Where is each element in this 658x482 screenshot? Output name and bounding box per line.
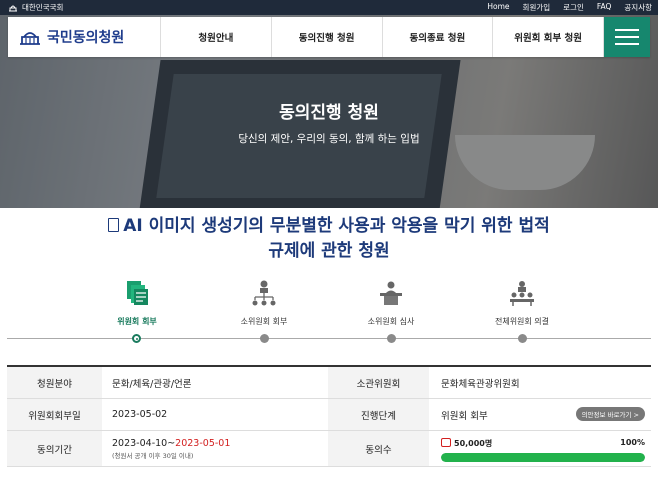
vote-progress: 50,000명 100% [441, 435, 651, 462]
site-logo-text: 국민동의청원 [47, 30, 125, 46]
step-full-committee-vote: 전체위원회 의결 [457, 278, 587, 327]
table-row: 위원회회부일 2023-05-02 진행단계 위원회 회부 의안정보 바로가기 … [7, 399, 651, 431]
count-cell: 50,000명 100% [429, 431, 651, 466]
top-bar: 대한민국국회 Home 회원가입 로그인 FAQ 공지사항 [0, 0, 658, 15]
nav-closed-petitions[interactable]: 동의종료 청원 [383, 17, 494, 57]
committee-label: 소관위원회 [328, 367, 429, 398]
site-logo[interactable]: 국민동의청원 [8, 17, 161, 57]
period-cell: 2023-04-10~2023-05-01 (청원서 공개 이후 30일 이내) [102, 438, 320, 460]
assembly-emblem-icon [9, 5, 17, 11]
document-icon [108, 218, 120, 232]
assembly-name: 대한민국국회 [22, 3, 64, 12]
progress-fill [441, 453, 645, 462]
period-label: 동의기간 [7, 431, 102, 466]
period-note: (청원서 공개 이후 30일 이내) [112, 451, 194, 460]
step-label: 소위원회 회부 [240, 317, 288, 326]
count-label: 동의수 [328, 431, 429, 466]
menu-line [615, 36, 639, 38]
nav-ongoing-petitions[interactable]: 동의진행 청원 [272, 17, 383, 57]
period-start: 2023-04-10~ [112, 437, 176, 449]
signup-link[interactable]: 회원가입 [523, 2, 551, 13]
progress-track [7, 338, 651, 339]
hero-subtitle: 당신의 제안, 우리의 동의, 함께 하는 입법 [238, 133, 420, 145]
step-committee-referral: 위원회 회부 [72, 278, 202, 327]
progress-bar [441, 453, 645, 462]
referral-date-value: 2023-05-02 [112, 409, 168, 420]
home-link[interactable]: Home [487, 2, 509, 13]
hamburger-menu-button[interactable] [604, 17, 650, 57]
step-dot-active [132, 334, 141, 343]
table-row: 동의기간 2023-04-10~2023-05-01 (청원서 공개 이후 30… [7, 431, 651, 467]
podium-icon [380, 281, 402, 305]
step-subcommittee-review: 소위원회 심사 [326, 278, 456, 327]
documents-icon [127, 281, 148, 305]
assembly-logo-icon [20, 32, 40, 45]
menu-line [615, 29, 639, 31]
notice-link[interactable]: 공지사항 [624, 2, 652, 13]
hero-title: 동의진행 청원 [279, 103, 379, 123]
thumbs-up-icon [441, 438, 451, 447]
count-percent: 100% [620, 438, 645, 447]
petition-title: AI 이미지 생성기의 무분별한 사용과 악용을 막기 위한 법적 규제에 관한… [0, 214, 658, 264]
main-nav: 청원안내 동의진행 청원 동의종료 청원 위원회 회부 청원 [161, 17, 604, 57]
step-label: 소위원회 심사 [367, 317, 415, 326]
nav-referred-petitions[interactable]: 위원회 회부 청원 [493, 17, 604, 57]
referral-date-label: 위원회회부일 [7, 399, 102, 430]
nav-guide[interactable]: 청원안내 [161, 17, 272, 57]
petition-info-table: 청원분야 문화/체육/관광/언론 소관위원회 문화체육관광위원회 위원회회부일 … [7, 365, 651, 467]
field-value: 문화/체육/관광/언론 [112, 378, 192, 390]
count-value: 50,000명 [454, 439, 493, 448]
committee-value: 문화체육관광위원회 [441, 378, 520, 390]
field-label: 청원분야 [7, 367, 102, 398]
assembly-brand[interactable]: 대한민국국회 [8, 2, 63, 13]
committee-icon [510, 281, 534, 306]
period-end: 2023-05-01 [175, 437, 231, 449]
step-dot [260, 334, 269, 343]
step-dot [518, 334, 527, 343]
menu-line [615, 43, 639, 45]
step-dot [387, 334, 396, 343]
stage-label: 진행단계 [328, 399, 429, 430]
faq-link[interactable]: FAQ [597, 2, 612, 13]
step-label: 전체위원회 의결 [494, 317, 550, 326]
step-label: 위원회 회부 [117, 317, 157, 326]
step-subcommittee-referral: 소위원회 회부 [199, 278, 329, 327]
hierarchy-icon [252, 280, 276, 306]
stage-value: 위원회 회부 [441, 410, 488, 422]
petition-title-line2: 규제에 관한 청원 [268, 241, 390, 261]
petition-title-line1: AI 이미지 생성기의 무분별한 사용과 악용을 막기 위한 법적 [123, 216, 550, 236]
main-header: 국민동의청원 청원안내 동의진행 청원 동의종료 청원 위원회 회부 청원 [8, 17, 650, 57]
bill-info-button[interactable]: 의안정보 바로가기 > [575, 407, 645, 421]
stage-cell: 위원회 회부 의안정보 바로가기 > [429, 399, 651, 430]
table-row: 청원분야 문화/체육/관광/언론 소관위원회 문화체육관광위원회 [7, 367, 651, 399]
top-links: Home 회원가입 로그인 FAQ 공지사항 [487, 2, 652, 13]
login-link[interactable]: 로그인 [563, 2, 584, 13]
